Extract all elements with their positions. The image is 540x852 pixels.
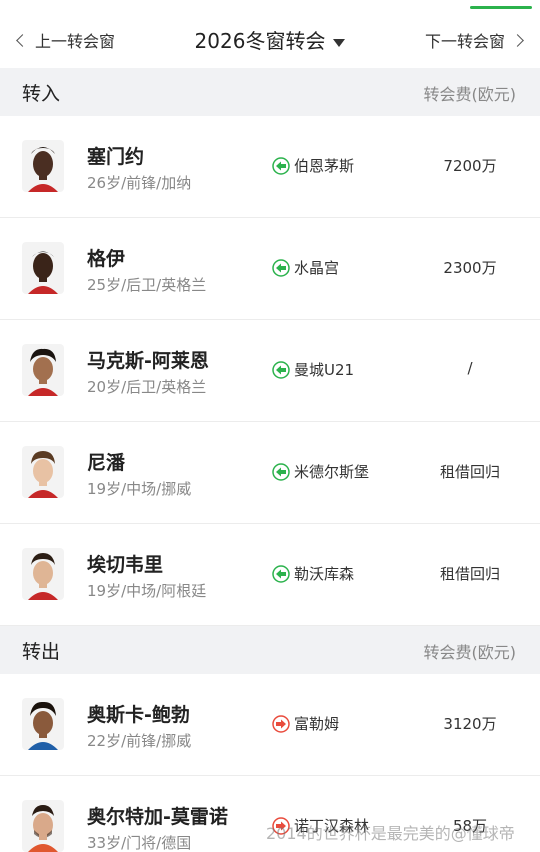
- player-name: 格伊: [87, 248, 126, 270]
- club-name: 伯恩茅斯: [294, 157, 355, 175]
- player-name: 奥尔特加-莫雷诺: [87, 806, 228, 828]
- player-row[interactable]: 格伊 25岁/后卫/英格兰 水晶宫 2300万: [0, 218, 540, 320]
- transfer-in-icon: [272, 360, 290, 379]
- section-label: 转出: [22, 641, 61, 663]
- player-row[interactable]: 塞门约 26岁/前锋/加纳 伯恩茅斯 7200万: [0, 116, 540, 218]
- fee-column-header: 转会费(欧元): [423, 643, 517, 662]
- player-row[interactable]: 马克斯-阿莱恩 20岁/后卫/英格兰 曼城U21 /: [0, 320, 540, 422]
- transfer-in-icon: [272, 258, 290, 277]
- from-club: 勒沃库森: [272, 563, 354, 584]
- watermark: 2014的世界杯是最完美的@懂球帝: [266, 824, 515, 843]
- transfer-in-icon: [272, 156, 290, 175]
- club-name: 富勒姆: [294, 715, 340, 733]
- window-nav: 上一转会窗 2026冬窗转会 下一转会窗: [0, 14, 540, 68]
- player-name: 奥斯卡-鲍勃: [87, 704, 190, 726]
- player-avatar: [22, 344, 64, 396]
- club-name: 水晶宫: [294, 259, 340, 277]
- section-label: 转入: [22, 83, 61, 105]
- transfer-fee: /: [467, 359, 473, 377]
- from-club: 水晶宫: [272, 257, 339, 278]
- player-avatar: [22, 800, 64, 852]
- club-name: 勒沃库森: [294, 565, 355, 583]
- player-avatar: [22, 548, 64, 600]
- next-window-button[interactable]: 下一转会窗: [425, 28, 526, 52]
- transfer-in-icon: [272, 564, 290, 583]
- player-meta: 22岁/前锋/挪威: [87, 732, 192, 750]
- fee-column-header: 转会费(欧元): [423, 85, 517, 104]
- club-name: 曼城U21: [294, 361, 355, 379]
- transfer-fee: 租借回归: [439, 565, 500, 583]
- from-club: 伯恩茅斯: [272, 155, 354, 176]
- from-club: 曼城U21: [272, 359, 354, 380]
- player-meta: 20岁/后卫/英格兰: [87, 378, 207, 396]
- player-avatar: [22, 698, 64, 750]
- player-meta: 19岁/中场/挪威: [87, 480, 192, 498]
- player-meta: 26岁/前锋/加纳: [87, 174, 192, 192]
- to-club: 富勒姆: [272, 713, 339, 734]
- player-row[interactable]: 奥斯卡-鲍勃 22岁/前锋/挪威 富勒姆 3120万: [0, 674, 540, 776]
- transfer-in-icon: [272, 462, 290, 481]
- player-row[interactable]: 埃切韦里 19岁/中场/阿根廷 勒沃库森 租借回归: [0, 524, 540, 626]
- transfer-fee: 3120万: [443, 715, 497, 733]
- transfer-fee: 租借回归: [439, 463, 500, 481]
- player-name: 埃切韦里: [87, 554, 164, 576]
- club-name: 米德尔斯堡: [294, 463, 370, 481]
- from-club: 米德尔斯堡: [272, 461, 369, 482]
- caret-down-icon: [333, 38, 346, 47]
- player-meta: 19岁/中场/阿根廷: [87, 582, 207, 600]
- section-header-out: 转出 转会费(欧元): [0, 626, 540, 674]
- player-avatar: [22, 242, 64, 294]
- section-header-in: 转入 转会费(欧元): [0, 68, 540, 116]
- player-row[interactable]: 尼潘 19岁/中场/挪威 米德尔斯堡 租借回归: [0, 422, 540, 524]
- chevron-right-icon: [511, 33, 524, 47]
- player-avatar: [22, 140, 64, 192]
- player-name: 尼潘: [87, 452, 126, 474]
- transfer-fee: 2300万: [443, 259, 497, 277]
- status-strip: [0, 0, 540, 14]
- player-meta: 25岁/后卫/英格兰: [87, 276, 207, 294]
- player-name: 塞门约: [87, 146, 145, 168]
- player-meta: 33岁/门将/德国: [87, 834, 192, 852]
- player-avatar: [22, 446, 64, 498]
- transfer-fee: 7200万: [443, 157, 497, 175]
- transfer-out-icon: [272, 714, 290, 733]
- top-accent-bar: [470, 6, 532, 9]
- next-window-label: 下一转会窗: [424, 32, 505, 51]
- player-name: 马克斯-阿莱恩: [87, 350, 209, 372]
- window-title: 2026冬窗转会: [194, 29, 326, 53]
